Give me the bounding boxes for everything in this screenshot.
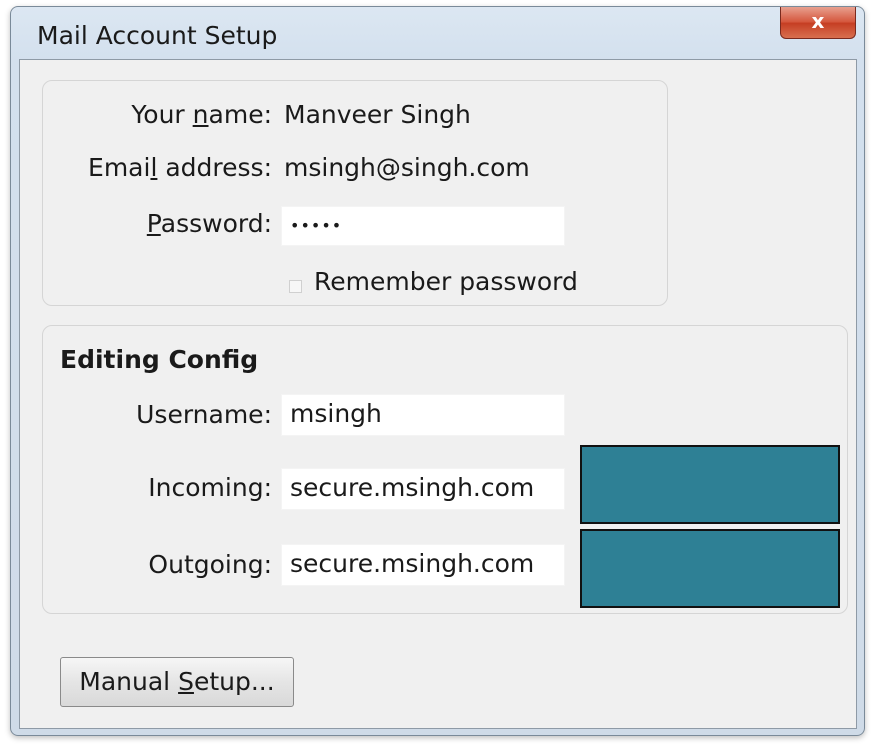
password-label: Password:: [146, 209, 272, 238]
dialog-body: Your name: Manveer Singh Email address: …: [19, 59, 857, 729]
your-name-value: Manveer Singh: [284, 100, 471, 129]
outgoing-redacted-box: [580, 529, 840, 608]
window-title: Mail Account Setup: [37, 21, 278, 50]
editing-config-title: Editing Config: [60, 345, 259, 374]
outgoing-label: Outgoing:: [148, 550, 272, 579]
incoming-label: Incoming:: [148, 473, 272, 502]
email-address-value: msingh@singh.com: [284, 153, 530, 182]
incoming-redacted-box: [580, 445, 840, 524]
password-field[interactable]: •••••: [281, 206, 565, 246]
manual-setup-button[interactable]: Manual Setup...: [60, 657, 294, 707]
title-bar[interactable]: Mail Account Setup x: [11, 7, 864, 59]
your-name-label: Your name:: [131, 100, 272, 129]
mail-account-setup-dialog: Mail Account Setup x Your name: Manveer …: [10, 6, 865, 736]
close-button[interactable]: x: [780, 7, 856, 39]
username-label: Username:: [136, 400, 272, 429]
remember-password-label[interactable]: Remember password: [314, 267, 578, 296]
outgoing-field[interactable]: secure.msingh.com: [281, 544, 565, 586]
incoming-field[interactable]: secure.msingh.com: [281, 468, 565, 510]
username-field[interactable]: msingh: [281, 394, 565, 436]
email-address-label: Email address:: [88, 153, 272, 182]
close-icon: x: [811, 9, 825, 33]
remember-password-checkbox[interactable]: [289, 280, 302, 293]
